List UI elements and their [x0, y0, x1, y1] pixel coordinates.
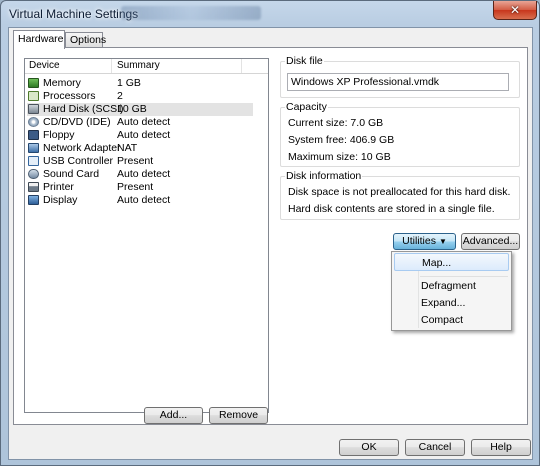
sound-card-icon [28, 169, 39, 179]
device-row-memory[interactable]: Memory 1 GB [27, 77, 253, 90]
disk-file-field[interactable]: Windows XP Professional.vmdk [287, 73, 509, 91]
device-summary: Auto detect [117, 116, 171, 128]
device-row-processors[interactable]: Processors 2 [27, 90, 253, 103]
close-button[interactable]: ✕ [493, 1, 537, 20]
remove-button[interactable]: Remove [209, 407, 268, 424]
device-name: Sound Card [43, 168, 100, 180]
system-free-text: System free: 406.9 GB [288, 134, 395, 146]
menu-item-defragment[interactable]: Defragment [394, 277, 509, 295]
processor-icon [28, 91, 39, 101]
cancel-button[interactable]: Cancel [405, 439, 465, 456]
utilities-button[interactable]: Utilities ▼ [393, 233, 456, 250]
device-list-header: Device Summary [25, 59, 268, 74]
memory-icon [28, 78, 39, 88]
device-name: Floppy [43, 129, 75, 141]
device-summary: 10 GB [117, 103, 147, 115]
disk-info-line-1: Disk space is not preallocated for this … [288, 186, 511, 198]
device-name: Processors [43, 90, 96, 102]
title-bar-glass [121, 6, 261, 20]
menu-item-label: Defragment [421, 280, 476, 292]
vm-settings-window: Virtual Machine Settings ✕ Hardware Opti… [0, 0, 540, 466]
device-summary: Auto detect [117, 129, 171, 141]
device-name: Display [43, 194, 78, 206]
tab-options[interactable]: Options [65, 32, 106, 48]
disk-information-title: Disk information [285, 170, 363, 182]
device-row-printer[interactable]: Printer Present [27, 181, 253, 194]
device-column-header[interactable]: Device [29, 60, 60, 71]
device-list[interactable]: Device Summary Memory 1 GB Processors 2 [24, 58, 269, 413]
device-row-usb-controller[interactable]: USB Controller Present [27, 155, 253, 168]
device-summary: Present [117, 181, 154, 193]
menu-item-expand[interactable]: Expand... [394, 294, 509, 312]
title-bar[interactable]: Virtual Machine Settings ✕ [1, 1, 539, 27]
hardware-panel: Device Summary Memory 1 GB Processors 2 [13, 47, 528, 425]
network-adapter-icon [28, 143, 39, 153]
column-divider[interactable] [111, 59, 112, 73]
device-summary: Auto detect [117, 168, 171, 180]
column-divider[interactable] [241, 59, 242, 73]
display-icon [28, 195, 39, 205]
device-row-floppy[interactable]: Floppy Auto detect [27, 129, 253, 142]
utilities-label: Utilities [402, 235, 436, 247]
device-summary: NAT [117, 142, 138, 154]
utilities-menu: Map... Defragment Expand... Compact [391, 251, 512, 331]
cd-dvd-icon [28, 117, 39, 127]
menu-item-label: Expand... [421, 297, 466, 309]
device-summary: 2 [117, 90, 123, 102]
printer-icon [28, 182, 39, 192]
device-summary: 1 GB [117, 77, 141, 89]
hard-disk-icon [28, 104, 39, 114]
floppy-icon [28, 130, 39, 140]
menu-item-compact[interactable]: Compact [394, 311, 509, 329]
disk-information-group: Disk information Disk space is not preal… [280, 170, 520, 220]
window-title: Virtual Machine Settings [9, 7, 139, 21]
capacity-title: Capacity [285, 101, 328, 113]
device-name: Hard Disk (SCSI) [43, 103, 124, 115]
disk-info-line-2: Hard disk contents are stored in a singl… [288, 203, 495, 215]
add-button[interactable]: Add... [144, 407, 203, 424]
device-summary: Present [117, 155, 154, 167]
device-summary: Auto detect [117, 194, 171, 206]
menu-item-map[interactable]: Map... [394, 253, 509, 271]
device-row-network-adapter[interactable]: Network Adapter NAT [27, 142, 253, 155]
device-row-cd-dvd[interactable]: CD/DVD (IDE) Auto detect [27, 116, 253, 129]
device-name: CD/DVD (IDE) [43, 116, 111, 128]
disk-file-group: Disk file Windows XP Professional.vmdk [280, 55, 520, 98]
menu-item-label: Map... [422, 257, 452, 269]
maximum-size-text: Maximum size: 10 GB [288, 151, 391, 163]
device-row-display[interactable]: Display Auto detect [27, 194, 253, 207]
menu-item-label: Compact [421, 314, 464, 326]
advanced-button[interactable]: Advanced... [461, 233, 520, 250]
help-button[interactable]: Help [471, 439, 531, 456]
current-size-text: Current size: 7.0 GB [288, 117, 384, 129]
dropdown-arrow-icon: ▼ [438, 237, 447, 246]
device-row-hard-disk[interactable]: Hard Disk (SCSI) 10 GB [27, 103, 253, 116]
disk-file-title: Disk file [285, 55, 324, 67]
dialog-body: Hardware Options Device Summary Memory 1… [8, 27, 533, 460]
device-name: Memory [43, 77, 81, 89]
ok-button[interactable]: OK [339, 439, 399, 456]
device-name: Printer [43, 181, 74, 193]
tab-hardware[interactable]: Hardware [13, 30, 65, 49]
device-name: Network Adapter [43, 142, 121, 154]
device-row-sound-card[interactable]: Sound Card Auto detect [27, 168, 253, 181]
device-name: USB Controller [43, 155, 114, 167]
summary-column-header[interactable]: Summary [117, 60, 160, 71]
usb-icon [28, 156, 39, 166]
capacity-group: Capacity Current size: 7.0 GB System fre… [280, 101, 520, 167]
